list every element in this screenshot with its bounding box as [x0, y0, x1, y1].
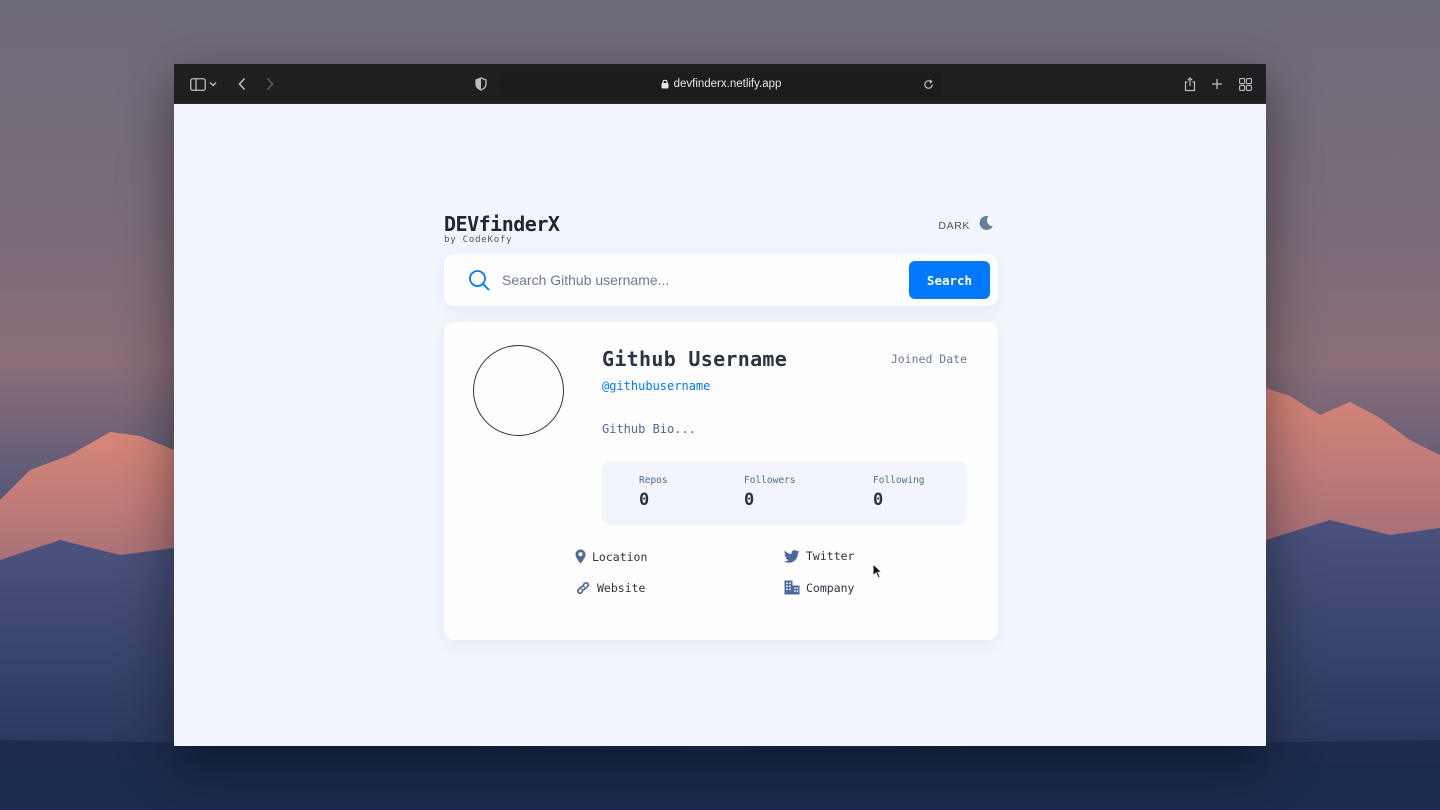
avatar: [473, 345, 564, 436]
search-input[interactable]: [502, 268, 882, 292]
stat-value: 0: [873, 490, 884, 510]
stat-following: Following 0: [873, 475, 924, 510]
sidebar-icon[interactable]: [188, 74, 208, 94]
joined-date: Joined Date: [890, 352, 967, 366]
stats-box: Repos 0 Followers 0 Following 0: [602, 461, 967, 525]
browser-toolbar: devfinderx.netlify.app: [174, 64, 1266, 104]
share-icon[interactable]: [1180, 74, 1200, 94]
profile-card: Github Username Joined Date @githubusern…: [444, 322, 998, 640]
plus-icon[interactable]: [1207, 74, 1227, 94]
moon-icon: [978, 215, 994, 236]
back-icon[interactable]: [232, 74, 252, 94]
user-handle-link[interactable]: @githubusername: [602, 379, 710, 393]
stat-label: Following: [873, 475, 925, 486]
stat-label: Followers: [744, 475, 796, 486]
stat-label: Repos: [639, 475, 668, 486]
url-text: devfinderx.netlify.app: [673, 78, 782, 90]
brand: DEVfinderX by CodeKofy: [444, 212, 560, 245]
brand-subtitle: by CodeKofy: [444, 235, 513, 245]
lock-icon: [661, 79, 669, 89]
search-bar: Search: [444, 254, 998, 306]
forward-icon[interactable]: [260, 74, 280, 94]
stat-value: 0: [639, 490, 650, 510]
building-icon: [784, 580, 800, 595]
theme-toggle-button[interactable]: DARK: [938, 215, 994, 236]
browser-window: devfinderx.netlify.app DEVfinderX by Cod…: [174, 64, 1266, 746]
twitter-text: Twitter: [806, 549, 855, 563]
reload-icon[interactable]: [920, 76, 936, 92]
page-content: DEVfinderX by CodeKofy DARK Search Githu…: [174, 104, 1266, 746]
search-button[interactable]: Search: [909, 261, 990, 299]
address-bar[interactable]: devfinderx.netlify.app: [500, 72, 942, 96]
location-item: Location: [575, 549, 647, 564]
user-bio: Github Bio...: [602, 422, 696, 436]
mouse-pointer-icon: [872, 563, 884, 579]
company-item: Company: [784, 580, 854, 595]
brand-title: DEVfinderX: [444, 212, 560, 236]
stat-followers: Followers 0: [744, 475, 795, 510]
user-name: Github Username: [602, 347, 788, 371]
twitter-item[interactable]: Twitter: [784, 549, 854, 563]
website-item[interactable]: Website: [575, 580, 645, 596]
tab-grid-icon[interactable]: [1235, 74, 1255, 94]
location-pin-icon: [575, 549, 586, 564]
theme-toggle-label: DARK: [938, 219, 970, 232]
location-text: Location: [592, 549, 648, 564]
company-text: Company: [806, 580, 855, 595]
website-text: Website: [597, 581, 646, 595]
stat-repos: Repos 0: [639, 475, 668, 510]
twitter-icon: [784, 549, 800, 563]
chevron-down-icon[interactable]: [207, 74, 219, 94]
shield-icon[interactable]: [471, 74, 491, 94]
stat-value: 0: [744, 490, 755, 510]
link-icon: [575, 580, 591, 596]
search-icon: [468, 269, 490, 291]
